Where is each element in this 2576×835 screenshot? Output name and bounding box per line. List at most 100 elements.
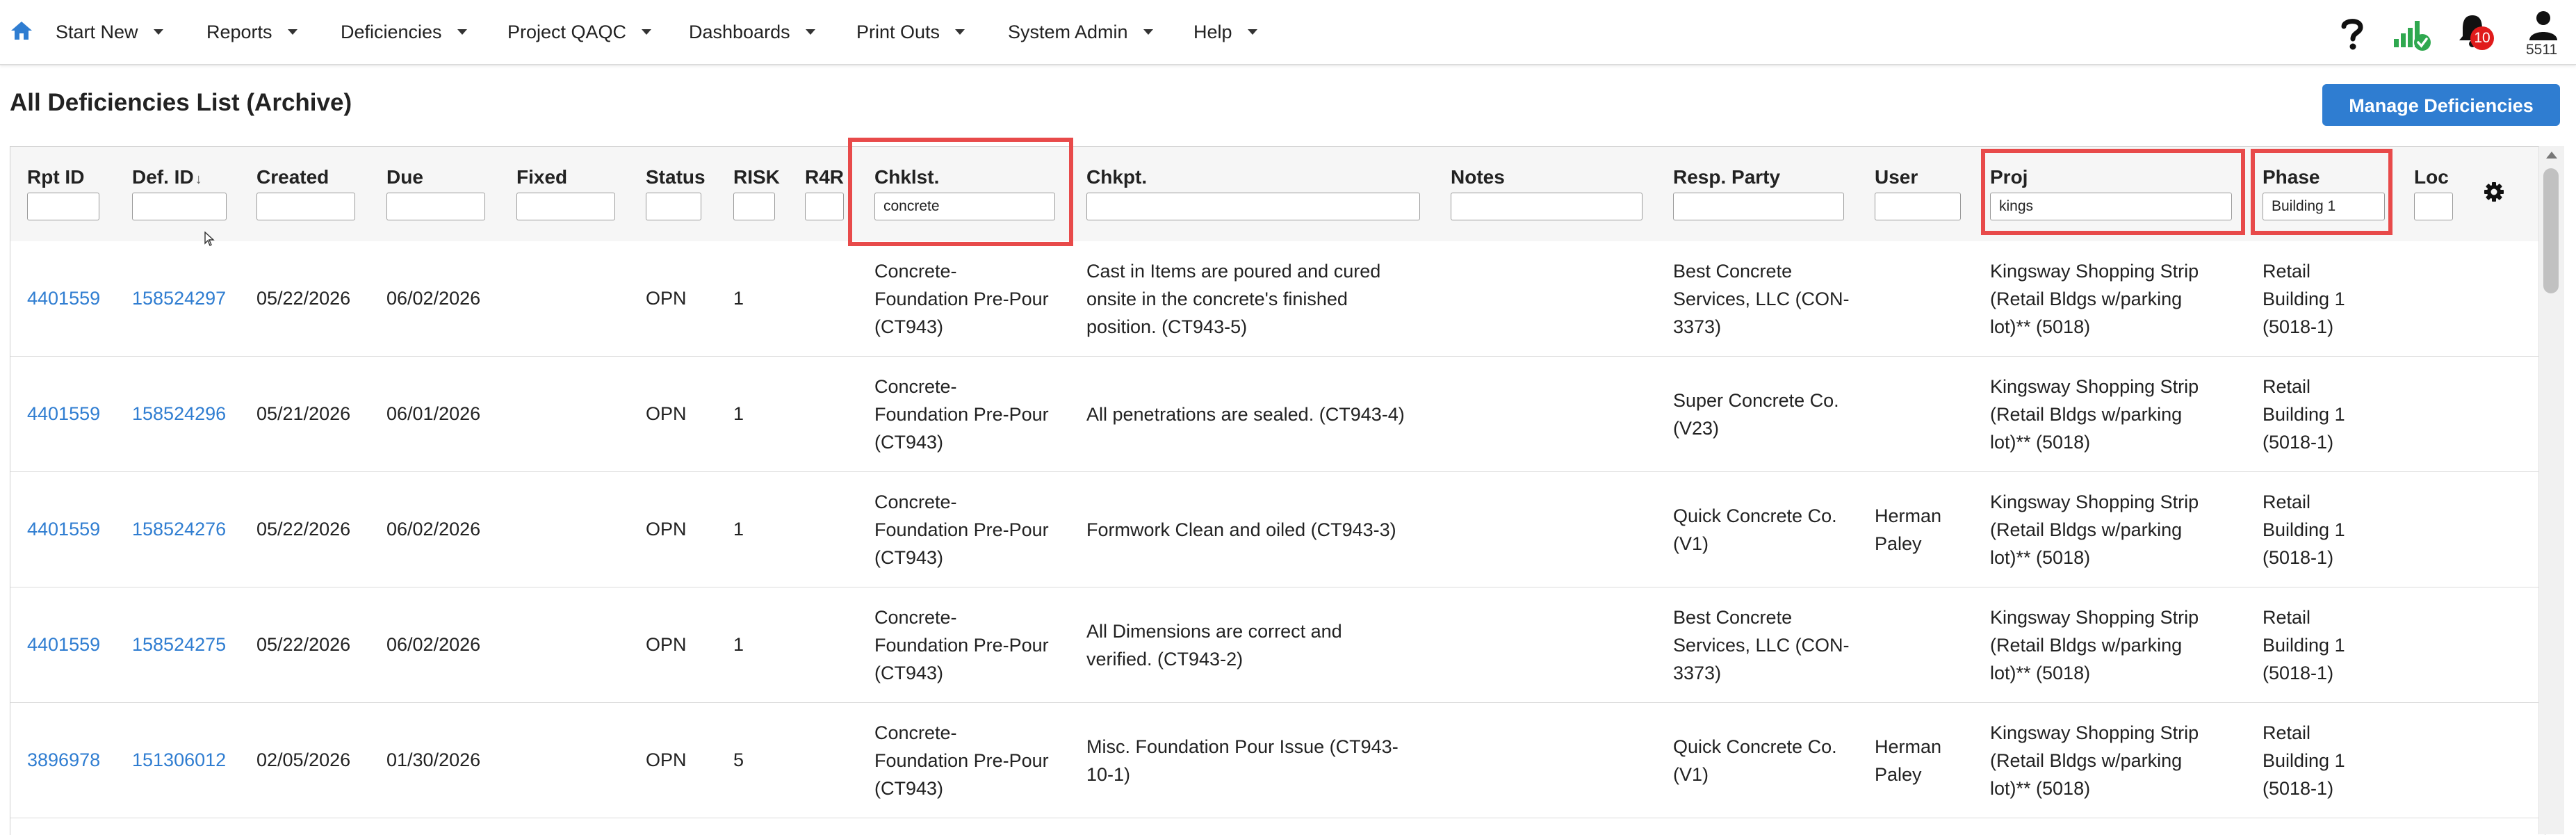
help-icon[interactable]	[2340, 17, 2365, 50]
phase-cell-line: Retail	[2263, 492, 2311, 512]
nav-label: System Admin	[1008, 22, 1128, 42]
nav-start-new[interactable]: Start New	[56, 18, 163, 46]
checklist-cell-line: Foundation Pre-Pour	[874, 635, 1049, 656]
checkpoint-cell-line: position. (CT943-5)	[1086, 316, 1248, 337]
nav-print-outs[interactable]: Print Outs	[856, 18, 965, 46]
filter-notes[interactable]	[1451, 193, 1642, 220]
nav-help[interactable]: Help	[1193, 18, 1257, 46]
def-id-link[interactable]: 158524275	[132, 631, 226, 658]
scroll-thumb[interactable]	[2543, 168, 2559, 293]
filter-r4r[interactable]	[805, 193, 844, 220]
checklist-cell-line: (CT943)	[874, 547, 944, 568]
def-id-link[interactable]: 158524276	[132, 515, 226, 543]
due-date: 01/30/2026	[386, 749, 481, 770]
col-def-id-label[interactable]: Def. ID ↓	[132, 166, 202, 188]
phase-cell-line: Retail	[2263, 376, 2311, 397]
filter-risk[interactable]	[733, 193, 775, 220]
filter-def-id[interactable]	[132, 193, 227, 220]
def-id-link[interactable]: 158524297	[132, 284, 226, 312]
def-id-link[interactable]: 151306012	[132, 746, 226, 774]
phase-cell-line: (5018-1)	[2263, 432, 2334, 453]
phase-cell-line: (5018-1)	[2263, 547, 2334, 568]
scroll-up-arrow-icon[interactable]	[2546, 152, 2557, 159]
col-chklst-label[interactable]: Chklst.	[874, 166, 939, 188]
filter-user[interactable]	[1875, 193, 1961, 220]
checklist-cell-line: Foundation Pre-Pour	[874, 289, 1049, 309]
sort-desc-icon: ↓	[195, 172, 202, 187]
project-cell: Kingsway Shopping Strip (Retail Bldgs w/p…	[1990, 373, 2199, 456]
filter-chkpt[interactable]	[1086, 193, 1420, 220]
filter-loc[interactable]	[2414, 193, 2453, 220]
deficiencies-table: Rpt ID Def. ID ↓ Created Due Fixed Status…	[10, 146, 2545, 835]
col-phase-label[interactable]: Phase	[2263, 166, 2320, 188]
filter-due[interactable]	[386, 193, 485, 220]
col-risk-label[interactable]: RISK	[733, 166, 780, 188]
page-title: All Deficiencies List (Archive)	[10, 89, 352, 116]
rpt-id-link[interactable]: 3896978	[27, 746, 100, 774]
project-cell-line: Kingsway Shopping Strip	[1990, 492, 2199, 512]
signal-icon[interactable]	[2392, 15, 2431, 51]
col-due-label[interactable]: Due	[386, 166, 423, 188]
rpt-id-link[interactable]: 4401559	[27, 284, 100, 312]
col-status-label[interactable]: Status	[646, 166, 706, 188]
filter-chklst[interactable]	[874, 193, 1055, 220]
filter-rpt-id[interactable]	[27, 193, 99, 220]
table-row[interactable]: 4401559 158524275 05/22/2026 06/02/2026 OPN 1…	[10, 587, 2545, 703]
resp-party-cell-line: 3373)	[1673, 316, 1722, 337]
chevron-down-icon	[955, 29, 965, 35]
project-cell-line: (Retail Bldgs w/parking	[1990, 289, 2183, 309]
home-icon[interactable]	[10, 19, 33, 42]
table-row[interactable]: 4401559 158524297 05/22/2026 06/02/2026 OPN 1…	[10, 241, 2545, 357]
filter-phase[interactable]	[2263, 193, 2385, 220]
checklist-cell-line: Foundation Pre-Pour	[874, 404, 1049, 425]
gear-icon[interactable]	[2484, 181, 2504, 202]
nav-project-qaqc[interactable]: Project QAQC	[507, 18, 652, 46]
table-row[interactable]: 4401559 158524296 05/21/2026 06/01/2026 OPN 1…	[10, 357, 2545, 472]
user-icon[interactable]	[2528, 10, 2559, 40]
rpt-id-link[interactable]: 4401559	[27, 631, 100, 658]
col-resp-party-label[interactable]: Resp. Party	[1673, 166, 1780, 188]
resp-party-cell-line: Services, LLC (CON-	[1673, 289, 1850, 309]
rpt-id-link[interactable]: 4401559	[27, 515, 100, 543]
risk-value: 5	[733, 749, 744, 770]
def-id-link[interactable]: 158524296	[132, 400, 226, 428]
rpt-id-link[interactable]: 4401559	[27, 400, 100, 428]
checklist-cell-line: Concrete-	[874, 376, 957, 397]
chevron-down-icon	[287, 29, 297, 35]
phase-cell: Retail Building 1 (5018-1)	[2263, 373, 2345, 456]
user-cell-line: Paley	[1875, 533, 1922, 554]
project-cell-line: Kingsway Shopping Strip	[1990, 261, 2199, 282]
col-created-label[interactable]: Created	[256, 166, 329, 188]
col-chkpt-label[interactable]: Chkpt.	[1086, 166, 1147, 188]
col-rpt-id-label[interactable]: Rpt ID	[27, 166, 84, 188]
col-loc-label[interactable]: Loc	[2414, 166, 2449, 188]
filter-status[interactable]	[646, 193, 701, 220]
col-notes-label[interactable]: Notes	[1451, 166, 1505, 188]
project-cell-line: lot)** (5018)	[1990, 663, 2091, 683]
table-row[interactable]: 3896978 151306012 02/05/2026 01/30/2026 OPN 5…	[10, 703, 2545, 818]
checkpoint-cell: All Dimensions are correct and verified. …	[1086, 617, 1342, 673]
col-r4r-label[interactable]: R4R	[805, 166, 844, 188]
nav-system-admin[interactable]: System Admin	[1008, 18, 1153, 46]
created-date: 05/22/2026	[256, 519, 351, 540]
checklist-cell-line: Concrete-	[874, 261, 957, 282]
nav-deficiencies[interactable]: Deficiencies	[341, 18, 467, 46]
risk-value: 1	[733, 403, 744, 424]
filter-proj[interactable]	[1990, 193, 2232, 220]
filter-resp-party[interactable]	[1673, 193, 1844, 220]
checkpoint-cell-line: Misc. Foundation Pour Issue (CT943-	[1086, 736, 1399, 757]
created-date: 05/22/2026	[256, 634, 351, 655]
vertical-scrollbar[interactable]	[2538, 146, 2564, 834]
col-fixed-label[interactable]: Fixed	[516, 166, 567, 188]
chevron-down-icon	[805, 29, 815, 35]
filter-fixed[interactable]	[516, 193, 615, 220]
checklist-cell-line: Concrete-	[874, 722, 957, 743]
table-row[interactable]: 4401559 158524276 05/22/2026 06/02/2026 OPN 1…	[10, 472, 2545, 587]
created-date: 05/22/2026	[256, 288, 351, 309]
manage-deficiencies-button[interactable]: Manage Deficiencies	[2322, 84, 2560, 126]
col-proj-label[interactable]: Proj	[1990, 166, 2028, 188]
col-user-label[interactable]: User	[1875, 166, 1918, 188]
nav-dashboards[interactable]: Dashboards	[689, 18, 815, 46]
nav-reports[interactable]: Reports	[206, 18, 297, 46]
filter-created[interactable]	[256, 193, 355, 220]
